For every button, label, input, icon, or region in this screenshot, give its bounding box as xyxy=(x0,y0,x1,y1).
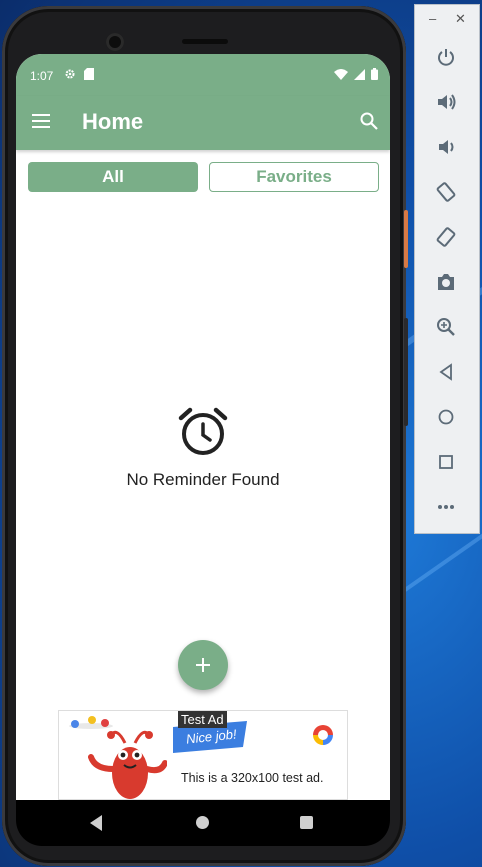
zoom-icon[interactable] xyxy=(432,313,460,341)
earpiece-speaker xyxy=(182,39,228,44)
nav-back-icon[interactable] xyxy=(90,815,102,831)
volume-down-icon[interactable] xyxy=(432,133,460,161)
status-bar: 1:07 xyxy=(16,54,390,96)
more-icon[interactable] xyxy=(432,493,460,521)
sd-card-icon xyxy=(84,68,94,80)
wallpaper-streak xyxy=(398,528,482,596)
settings-icon xyxy=(64,68,76,80)
minimize-icon[interactable]: – xyxy=(429,11,436,26)
back-icon[interactable] xyxy=(432,358,460,386)
test-ad-label: Test Ad xyxy=(178,711,227,728)
wifi-icon xyxy=(334,68,348,80)
status-time: 1:07 xyxy=(30,69,54,83)
nav-home-icon[interactable] xyxy=(196,816,209,829)
app-bar: Home xyxy=(16,96,390,150)
phone-side-button xyxy=(404,318,408,426)
system-nav-bar xyxy=(16,800,390,846)
page-title: Home xyxy=(82,109,144,134)
add-reminder-button[interactable] xyxy=(178,640,228,690)
battery-icon xyxy=(371,68,378,80)
close-icon[interactable]: ✕ xyxy=(455,11,466,27)
alarm-clock-icon xyxy=(16,406,390,458)
home-icon[interactable] xyxy=(432,403,460,431)
overview-icon[interactable] xyxy=(432,448,460,476)
search-icon[interactable] xyxy=(360,112,378,130)
power-icon[interactable] xyxy=(432,43,460,71)
nav-recents-icon[interactable] xyxy=(300,816,313,829)
ad-logo-icon xyxy=(311,723,335,747)
rotate-left-icon[interactable] xyxy=(432,178,460,206)
tab-all[interactable]: All xyxy=(28,162,198,192)
front-camera xyxy=(106,33,124,51)
rotate-right-icon[interactable] xyxy=(432,223,460,251)
tab-favorites[interactable]: Favorites xyxy=(209,162,379,192)
plus-icon xyxy=(196,658,210,672)
phone-screen: 1:07 Home All Favorites No Reminder Foun… xyxy=(16,54,390,800)
phone-side-button xyxy=(404,210,408,268)
filter-tabs: All Favorites xyxy=(28,162,379,192)
signal-icon xyxy=(354,68,365,80)
empty-state: No Reminder Found xyxy=(16,406,390,490)
ad-description: This is a 320x100 test ad. xyxy=(181,771,324,785)
emulator-toolbar: – ✕ xyxy=(414,4,480,534)
ad-mascot-illustration xyxy=(67,713,167,799)
empty-state-message: No Reminder Found xyxy=(126,470,280,489)
volume-up-icon[interactable] xyxy=(432,88,460,116)
camera-icon[interactable] xyxy=(432,268,460,296)
menu-icon[interactable] xyxy=(32,114,50,128)
